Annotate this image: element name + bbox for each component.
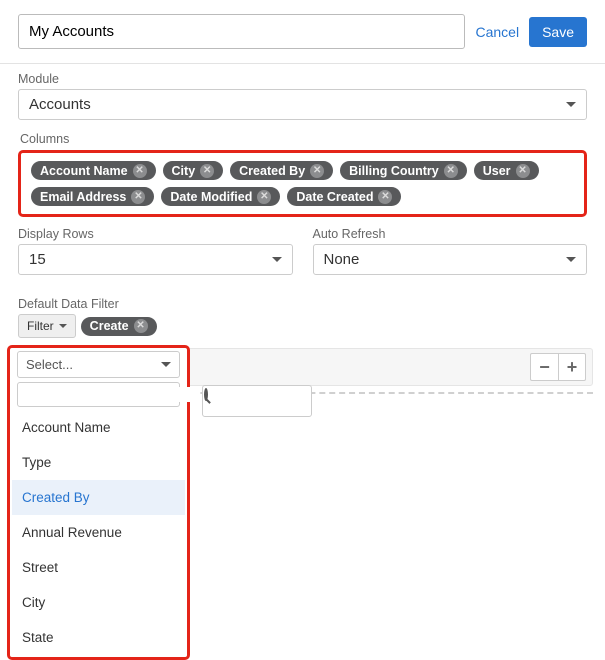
add-row-button[interactable]: + bbox=[558, 353, 586, 381]
field-select-placeholder: Select... bbox=[26, 357, 73, 372]
chip-label: Date Modified bbox=[170, 190, 252, 204]
chip-label: Date Created bbox=[296, 190, 373, 204]
chevron-down-icon bbox=[161, 362, 171, 367]
filter-button-label: Filter bbox=[27, 319, 54, 333]
dropdown-search bbox=[17, 382, 180, 407]
column-chip[interactable]: User ✕ bbox=[474, 161, 539, 180]
cancel-link[interactable]: Cancel bbox=[475, 24, 519, 40]
field-select-toggle[interactable]: Select... bbox=[17, 351, 180, 378]
dropdown-item[interactable]: Created By bbox=[12, 480, 185, 515]
dropdown-item[interactable]: State bbox=[12, 620, 185, 655]
column-chip[interactable]: Created By ✕ bbox=[230, 161, 333, 180]
remove-row-button[interactable]: − bbox=[530, 353, 558, 381]
display-rows-label: Display Rows bbox=[18, 227, 293, 241]
column-chip[interactable]: City ✕ bbox=[163, 161, 224, 180]
search-icon bbox=[204, 388, 208, 401]
display-rows-value: 15 bbox=[29, 251, 46, 268]
close-icon[interactable]: ✕ bbox=[257, 190, 271, 204]
save-button[interactable]: Save bbox=[529, 17, 587, 47]
module-label: Module bbox=[18, 72, 587, 86]
create-filter-chip[interactable]: Create ✕ bbox=[81, 317, 157, 336]
filter-dropdown-button[interactable]: Filter bbox=[18, 314, 76, 338]
close-icon[interactable]: ✕ bbox=[378, 190, 392, 204]
column-chip[interactable]: Billing Country ✕ bbox=[340, 161, 467, 180]
chip-label: Billing Country bbox=[349, 164, 439, 178]
close-icon[interactable]: ✕ bbox=[444, 164, 458, 178]
close-icon[interactable]: ✕ bbox=[131, 190, 145, 204]
close-icon[interactable]: ✕ bbox=[516, 164, 530, 178]
close-icon[interactable]: ✕ bbox=[133, 164, 147, 178]
auto-refresh-label: Auto Refresh bbox=[313, 227, 588, 241]
close-icon[interactable]: ✕ bbox=[134, 319, 148, 333]
dropdown-item[interactable]: Type bbox=[12, 445, 185, 480]
columns-label: Columns bbox=[20, 132, 587, 146]
column-chip[interactable]: Email Address ✕ bbox=[31, 187, 154, 206]
chevron-down-icon bbox=[272, 257, 282, 262]
chip-label: City bbox=[172, 164, 196, 178]
module-value: Accounts bbox=[29, 96, 91, 113]
create-chip-label: Create bbox=[90, 319, 129, 333]
chevron-down-icon bbox=[566, 102, 576, 107]
chip-label: Created By bbox=[239, 164, 305, 178]
auto-refresh-select[interactable]: None bbox=[313, 244, 588, 275]
dashlet-title-input[interactable] bbox=[18, 14, 465, 49]
display-rows-select[interactable]: 15 bbox=[18, 244, 293, 275]
dropdown-item[interactable]: Street bbox=[12, 550, 185, 585]
chevron-down-icon bbox=[566, 257, 576, 262]
column-chip[interactable]: Date Created ✕ bbox=[287, 187, 401, 206]
chip-label: User bbox=[483, 164, 511, 178]
column-chip[interactable]: Account Name ✕ bbox=[31, 161, 156, 180]
column-chip[interactable]: Date Modified ✕ bbox=[161, 187, 280, 206]
close-icon[interactable]: ✕ bbox=[310, 164, 324, 178]
module-select[interactable]: Accounts bbox=[18, 89, 587, 120]
field-dropdown: Select... Account NameTypeCreated ByAnnu… bbox=[7, 345, 190, 660]
chevron-down-icon bbox=[59, 324, 67, 328]
dropdown-item[interactable]: City bbox=[12, 585, 185, 620]
dropdown-list: Account NameTypeCreated ByAnnual Revenue… bbox=[12, 410, 185, 655]
chip-label: Account Name bbox=[40, 164, 128, 178]
dropdown-item[interactable]: Account Name bbox=[12, 410, 185, 445]
close-icon[interactable]: ✕ bbox=[200, 164, 214, 178]
filter-value-input[interactable] bbox=[202, 385, 312, 417]
columns-chip-area[interactable]: Account Name✕City✕Created By✕Billing Cou… bbox=[18, 150, 587, 217]
search-input[interactable] bbox=[24, 387, 200, 402]
chip-label: Email Address bbox=[40, 190, 126, 204]
dropdown-item[interactable]: Annual Revenue bbox=[12, 515, 185, 550]
default-filter-label: Default Data Filter bbox=[18, 297, 587, 311]
auto-refresh-value: None bbox=[324, 251, 360, 268]
